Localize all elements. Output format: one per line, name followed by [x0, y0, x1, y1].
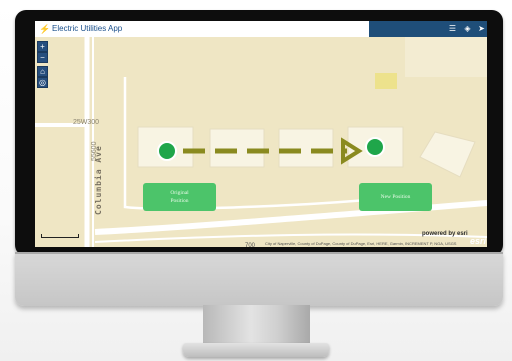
zoom-out-button[interactable]: − — [37, 52, 48, 63]
utility-logo-icon: ⚡ — [39, 24, 51, 34]
app-screen: ⚡ Electric Utilities App ☰ ◈ ➤ + − ⌂ ◎ 2… — [35, 21, 487, 247]
app-header: ⚡ Electric Utilities App ☰ ◈ ➤ — [35, 21, 487, 38]
scale-bar — [41, 234, 79, 238]
new-position-marker — [365, 137, 385, 157]
map-view[interactable] — [35, 37, 487, 247]
bottom-label: 700 — [245, 243, 256, 247]
monitor-stand-base — [183, 343, 329, 357]
powered-by-label: powered by esri — [422, 231, 468, 237]
toolbar: ☰ ◈ ➤ — [369, 21, 487, 37]
monitor-bezel: ⚡ Electric Utilities App ☰ ◈ ➤ + − ⌂ ◎ 2… — [15, 10, 503, 256]
app-title: Electric Utilities App — [52, 24, 123, 33]
new-position-box: New Position — [359, 183, 432, 211]
list-icon[interactable]: ☰ — [447, 23, 458, 34]
park-area — [375, 73, 397, 89]
street-label: 25W300 — [73, 119, 100, 126]
layers-icon[interactable]: ◈ — [462, 23, 473, 34]
map-attribution: City of Naperville, County of DuPage, Co… — [265, 241, 457, 246]
original-position-box: Original Position — [143, 183, 216, 211]
esri-logo: esri — [470, 236, 487, 246]
locate-icon[interactable]: ◎ — [37, 77, 48, 88]
monitor-chin — [15, 252, 503, 306]
building — [278, 128, 334, 168]
address-number-label: 55600 — [91, 141, 98, 161]
home-icon[interactable]: ⌂ — [37, 66, 48, 77]
zoom-in-button[interactable]: + — [37, 41, 48, 52]
original-position-marker — [157, 141, 177, 161]
building — [209, 128, 265, 168]
location-icon[interactable]: ➤ — [476, 23, 487, 34]
monitor-stand-neck — [203, 305, 310, 345]
